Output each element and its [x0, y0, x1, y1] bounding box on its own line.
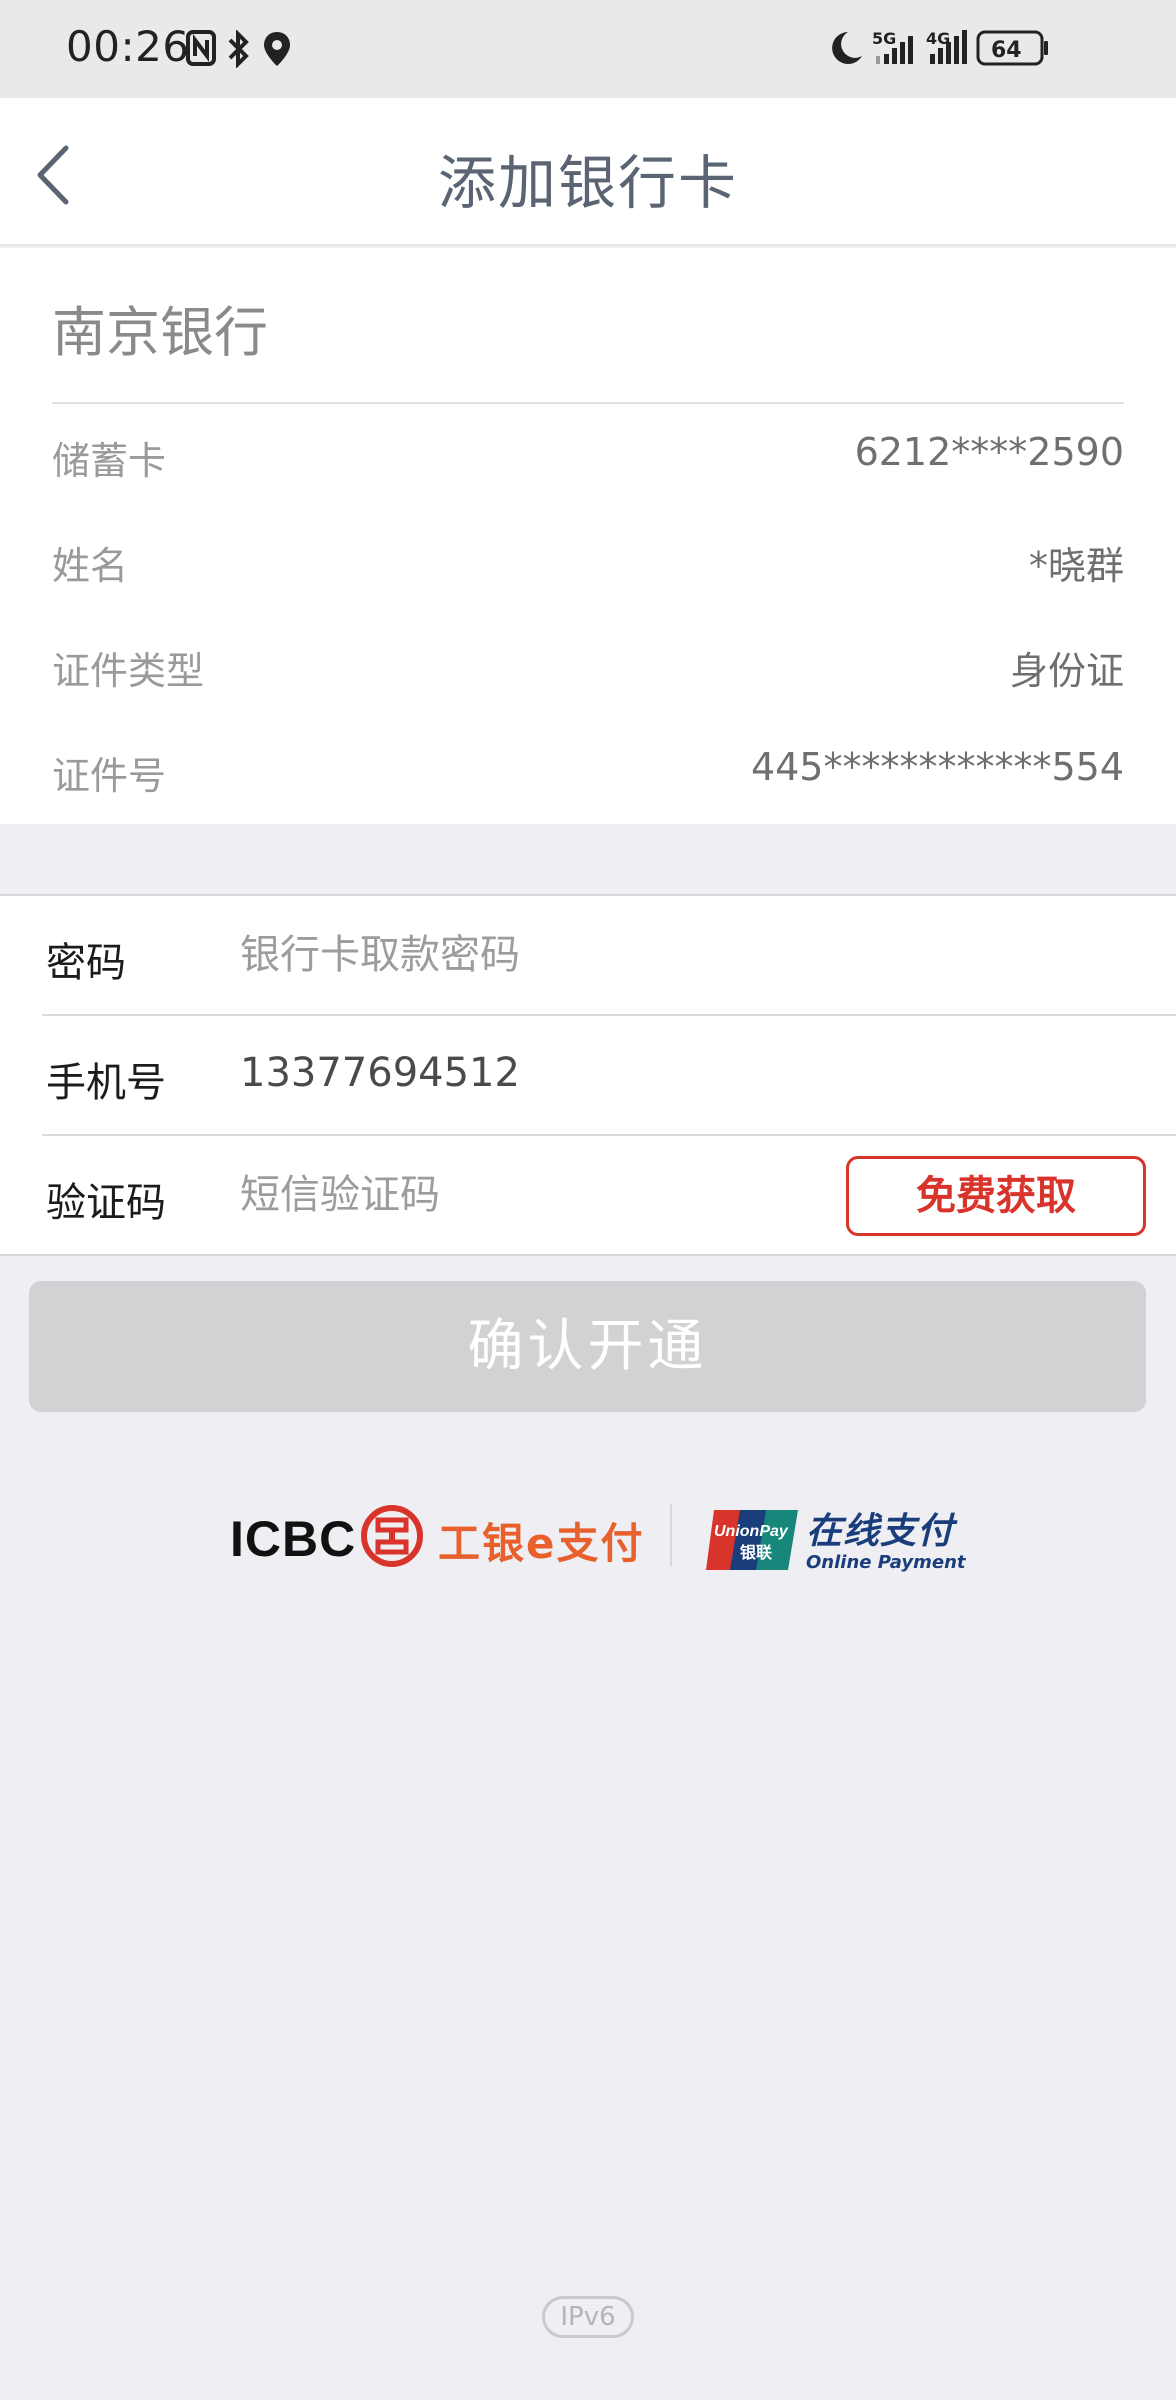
get-sms-code-button[interactable]: 免费获取 [846, 1156, 1146, 1236]
location-icon [264, 32, 290, 66]
payment-logos: ICBC 工银e支付 UnionPay 银联 在线支付 Online Payme… [0, 1500, 1176, 1580]
svg-text:5G: 5G [872, 29, 896, 48]
sms-code-input[interactable] [240, 1160, 800, 1230]
battery-icon: 64 [976, 30, 1048, 66]
svg-text:64: 64 [991, 38, 1022, 63]
status-time: 00:26 [66, 22, 190, 71]
icbc-logo-icon [361, 1505, 423, 1567]
icbc-pay-label: 工银e支付 [438, 1519, 645, 1568]
info-label: 证件号 [52, 754, 167, 798]
password-input[interactable] [240, 920, 800, 990]
info-label: 姓名 [52, 544, 129, 588]
unionpay-en-text: UnionPay [714, 1523, 789, 1540]
verification-form: 密码 手机号 13377694512 验证码 免费获取 [0, 894, 1176, 1256]
bank-name: 南京银行 [52, 301, 268, 364]
id-type-value: 身份证 [1009, 649, 1124, 693]
online-pay-cn: 在线支付 [806, 1511, 955, 1552]
status-right-icons: 5G 4G 64 [832, 29, 1048, 66]
form-row-sms: 验证码 免费获取 [0, 1136, 1176, 1256]
divider [670, 1504, 672, 1566]
bluetooth-icon [228, 30, 249, 68]
sms-code-label: 验证码 [46, 1180, 166, 1226]
form-row-phone: 手机号 13377694512 [0, 1016, 1176, 1136]
online-payment-label: 在线支付 Online Payment [806, 1502, 966, 1573]
password-label: 密码 [46, 940, 126, 986]
status-bar: 00:26 5G 4G 64 [0, 0, 1176, 98]
moon-icon [832, 32, 862, 64]
4g-signal-icon: 4G [926, 29, 967, 64]
page-title: 添加银行卡 [437, 149, 738, 217]
confirm-button[interactable]: 确认开通 [29, 1281, 1146, 1412]
unionpay-cn-text: 银联 [740, 1543, 772, 1562]
phone-label: 手机号 [46, 1060, 166, 1106]
ipv6-badge: IPv6 [542, 2296, 634, 2338]
unionpay-logo-icon: UnionPay 银联 [706, 1510, 798, 1570]
divider [52, 402, 1124, 404]
card-number-value: 6212****2590 [854, 430, 1124, 474]
bank-info-card: 南京银行 储蓄卡 6212****2590 姓名 *晓群 证件类型 身份证 证件… [0, 248, 1176, 824]
5g-signal-icon: 5G [872, 29, 913, 64]
info-label: 证件类型 [52, 649, 205, 693]
id-number-value: 445************554 [750, 745, 1124, 789]
holder-name-value: *晓群 [1028, 544, 1124, 588]
info-label: 储蓄卡 [52, 439, 167, 483]
info-row-card-type: 储蓄卡 6212****2590 [52, 430, 1124, 490]
nav-bar: 添加银行卡 [0, 98, 1176, 246]
phone-value: 13377694512 [240, 1050, 520, 1096]
info-row-id-number: 证件号 445************554 [52, 745, 1124, 805]
nfc-icon [186, 30, 216, 66]
online-pay-en: Online Payment [806, 1552, 966, 1573]
icbc-wordmark: ICBC [230, 1511, 357, 1567]
info-row-name: 姓名 *晓群 [52, 535, 1124, 595]
info-row-id-type: 证件类型 身份证 [52, 640, 1124, 700]
form-row-password: 密码 [0, 896, 1176, 1016]
